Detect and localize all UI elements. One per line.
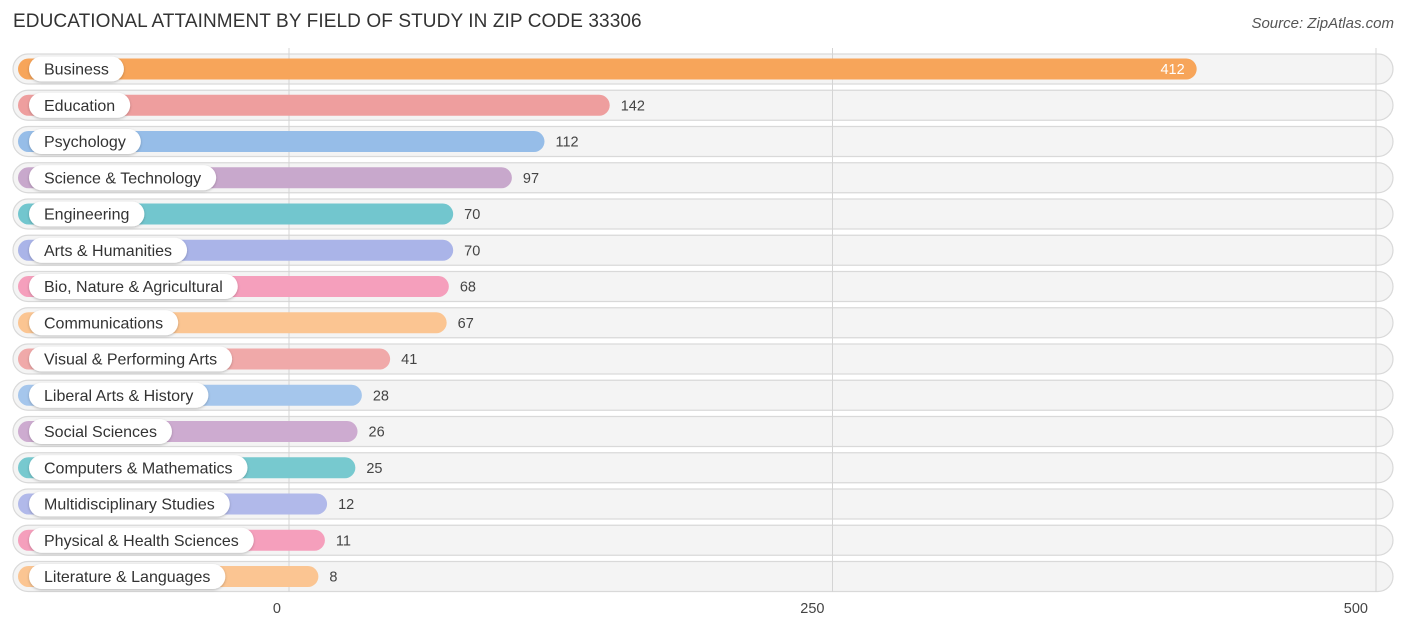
category-label: Psychology	[44, 134, 126, 151]
value-label: 112	[555, 135, 578, 151]
category-label: Multidisciplinary Studies	[44, 497, 215, 514]
category-label: Visual & Performing Arts	[44, 352, 217, 369]
category-label: Science & Technology	[44, 170, 201, 187]
category-label: Bio, Nature & Agricultural	[44, 279, 223, 296]
bar-row: Business 412	[18, 56, 1197, 82]
x-tick-label: 0	[273, 601, 281, 617]
bar-chart: Business 412 Education 142 Psychology 112 Scie…	[12, 48, 1394, 617]
category-label: Computers & Mathematics	[44, 460, 233, 477]
bar-row: Physical & Health Sciences 11	[18, 527, 351, 553]
bar-row: Arts & Humanities 70	[18, 237, 480, 263]
category-label: Engineering	[44, 207, 129, 224]
category-label: Physical & Health Sciences	[44, 533, 239, 550]
bar-row: Psychology 112	[18, 129, 579, 154]
category-label: Business	[44, 62, 109, 79]
value-label: 25	[366, 461, 382, 477]
category-label: Arts & Humanities	[44, 243, 172, 260]
bar-row: Literature & Languages 8	[18, 564, 337, 589]
category-label: Social Sciences	[44, 424, 157, 441]
bar-row: Multidisciplinary Studies 12	[18, 491, 354, 517]
value-label: 8	[329, 570, 337, 586]
value-label: 26	[369, 425, 385, 441]
value-label: 97	[523, 171, 539, 187]
value-label: 67	[458, 316, 474, 332]
value-label: 11	[336, 533, 351, 549]
value-label: 70	[464, 243, 480, 259]
bar-row: Science & Technology 97	[18, 165, 539, 191]
value-label: 28	[373, 388, 389, 404]
category-label: Liberal Arts & History	[44, 388, 193, 405]
bar-row: Computers & Mathematics 25	[18, 455, 382, 481]
bar[interactable]	[18, 58, 1197, 80]
bar-row: Liberal Arts & History 28	[18, 382, 389, 408]
x-tick-label: 500	[1344, 601, 1368, 617]
value-label: 142	[621, 98, 645, 114]
category-label: Communications	[44, 315, 163, 332]
value-label: 70	[464, 207, 480, 223]
bar-row: Education 142	[18, 92, 645, 118]
x-tick-label: 250	[800, 601, 824, 617]
bar-row: Visual & Performing Arts 41	[18, 346, 417, 372]
category-label: Literature & Languages	[44, 569, 210, 586]
bar-row: Bio, Nature & Agricultural 68	[18, 274, 476, 299]
value-label: 12	[338, 497, 354, 513]
value-label: 41	[401, 352, 417, 368]
value-label: 412	[1160, 62, 1184, 78]
bar-row: Communications 67	[18, 310, 474, 336]
value-label: 68	[460, 280, 476, 296]
bar-row: Social Sciences 26	[18, 419, 385, 444]
bar-row: Engineering 70	[18, 201, 480, 227]
category-label: Education	[44, 98, 115, 115]
